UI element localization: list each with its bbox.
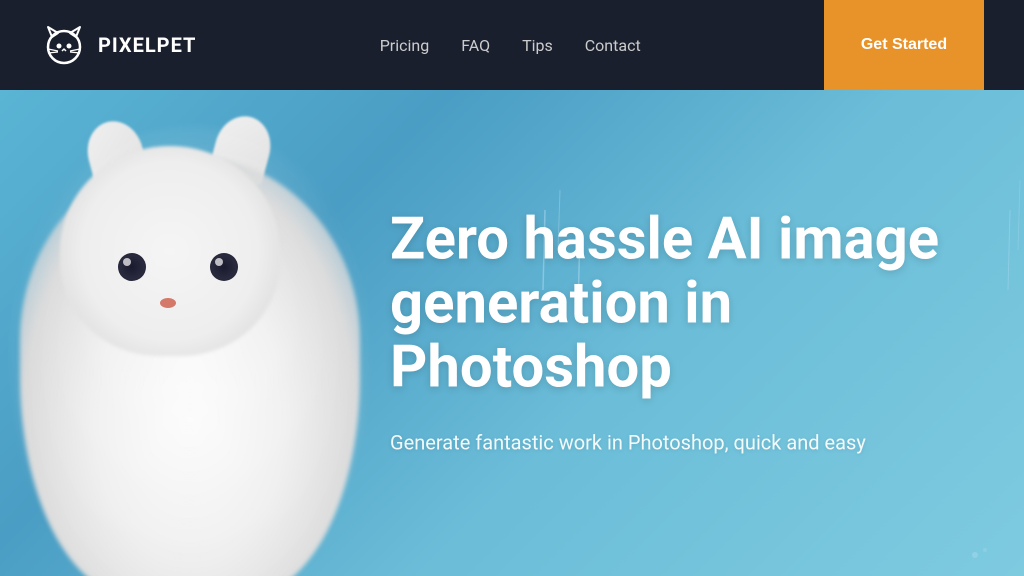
logo-text: PIXELPET <box>98 33 196 57</box>
logo-icon <box>40 21 88 69</box>
cat-eye-right <box>210 253 238 281</box>
logo[interactable]: PIXELPET <box>40 21 196 69</box>
hero-section: Zero hassle AI image generation in Photo… <box>0 90 1024 576</box>
nav-tips[interactable]: Tips <box>522 36 553 55</box>
hero-heading: Zero hassle AI image generation in Photo… <box>390 208 1010 399</box>
cat-eye-left <box>118 253 146 281</box>
header: PIXELPET Pricing FAQ Tips Contact Get St… <box>0 0 1024 90</box>
get-started-button[interactable]: Get Started <box>824 0 984 90</box>
cat-nose <box>160 298 176 308</box>
main-nav: Pricing FAQ Tips Contact <box>380 36 641 55</box>
cat-illustration <box>0 90 420 576</box>
nav-pricing[interactable]: Pricing <box>380 36 430 55</box>
hero-subtext: Generate fantastic work in Photoshop, qu… <box>390 428 1010 458</box>
cat-head <box>60 146 280 356</box>
nav-contact[interactable]: Contact <box>585 36 641 55</box>
hero-content: Zero hassle AI image generation in Photo… <box>390 208 1010 457</box>
nav-faq[interactable]: FAQ <box>461 36 490 55</box>
